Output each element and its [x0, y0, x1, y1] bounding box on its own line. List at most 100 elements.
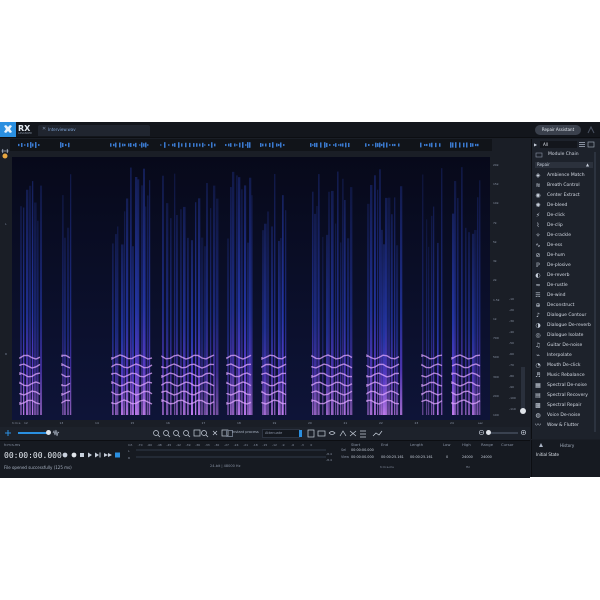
module-item[interactable]: ◉ Center Extract	[534, 191, 592, 201]
freq-tick: 5k	[493, 239, 497, 244]
view-start-field[interactable]: 00:00:00.000	[351, 455, 374, 459]
frequency-zoom-handle[interactable]	[486, 430, 491, 435]
db-tick: -70	[509, 363, 514, 367]
module-label: Voice De-noise	[547, 413, 581, 418]
close-tab-icon[interactable]: ✕	[42, 126, 46, 132]
db-tick: -30	[509, 319, 514, 323]
history-initial-state[interactable]: Initial State	[536, 452, 559, 457]
meter-peak-left: -8.4	[326, 452, 332, 456]
file-tab-label[interactable]: Interview.wav	[48, 127, 76, 132]
module-icon: ♬	[535, 372, 541, 379]
module-item[interactable]: ▩ Spectral Repair	[534, 401, 592, 411]
frequency-zoom-track[interactable]	[488, 432, 518, 434]
sel-header-start: Start	[351, 442, 361, 447]
time-format-select[interactable]: h:m:s.ms	[4, 443, 20, 447]
module-item[interactable]: ♬ Music Rebalance	[534, 371, 592, 381]
cursor-tool-icon[interactable]	[4, 429, 12, 438]
list-view-icon[interactable]	[578, 141, 586, 148]
module-label: De-reverb	[547, 273, 570, 278]
sel-header-range: Range	[481, 442, 494, 447]
meter-tick: -18	[252, 443, 258, 447]
horizontal-zoom-handle[interactable]	[46, 430, 51, 435]
module-label: Center Extract	[547, 193, 580, 198]
meter-tick: -36	[195, 443, 201, 447]
freq-tick: 20k	[493, 163, 499, 167]
module-label: De-bleed	[547, 203, 568, 208]
collapse-category-icon[interactable]: ▲	[586, 162, 589, 167]
grid-view-icon[interactable]	[587, 141, 595, 148]
spectrogram-view[interactable]	[12, 157, 490, 420]
module-item[interactable]: ◎ Dialogue Isolate	[534, 331, 592, 341]
module-item[interactable]: ≈ De-rustle	[534, 281, 592, 291]
module-item[interactable]: ◍ Voice De-noise	[534, 411, 592, 421]
module-icon: ℙ	[535, 262, 541, 269]
module-item[interactable]: ◔ Mouth De-click	[534, 361, 592, 371]
module-item[interactable]: ☴ De-wind	[534, 291, 592, 301]
selection-freq-unit[interactable]: Hz	[466, 465, 470, 469]
sel-header-end: End	[381, 442, 389, 447]
module-item[interactable]: ⚡ De-click	[534, 211, 592, 221]
repair-assistant-button[interactable]: Repair Assistant	[535, 125, 581, 135]
history-arrow-icon[interactable]	[539, 443, 543, 447]
module-chain-icon[interactable]	[535, 152, 543, 159]
freq-tick: 7k	[493, 220, 497, 225]
module-item[interactable]: ⌁ Interpolate	[534, 351, 592, 361]
db-tick: -90	[509, 385, 514, 389]
freq-tick: 3k	[493, 259, 497, 264]
instant-process-mode-select[interactable]: Attenuate	[262, 429, 300, 438]
module-item[interactable]: ✧ De-crackle	[534, 231, 592, 241]
module-label: De-clip	[547, 223, 563, 228]
module-list-scrollbar[interactable]	[594, 152, 596, 432]
module-icon: ⚡	[535, 212, 541, 219]
vertical-zoom-handle[interactable]	[520, 408, 526, 414]
module-item[interactable]: ◈ Ambience Match	[534, 171, 592, 181]
preview-play-icon[interactable]: ▶	[534, 142, 537, 147]
module-label: De-wind	[547, 293, 566, 298]
module-item[interactable]: ▤ Spectral Recovery	[534, 391, 592, 401]
view-end-field[interactable]: 00:00:25.161	[381, 455, 404, 459]
module-item[interactable]: ♪ Dialogue Contour	[534, 311, 592, 321]
module-item[interactable]: ⊘ De-hum	[534, 251, 592, 261]
module-chain-button[interactable]: Module Chain	[548, 152, 579, 157]
module-item[interactable]: ♫ Guitar De-noise	[534, 341, 592, 351]
module-item[interactable]: ▦ Spectral De-noise	[534, 381, 592, 391]
instant-process-label: Instant process	[232, 430, 259, 434]
module-item[interactable]: ∿ De-ess	[534, 241, 592, 251]
selection-time-unit[interactable]: h:m:s.ms	[380, 465, 394, 469]
meter-tick: 0	[310, 443, 313, 447]
vertical-zoom-track[interactable]	[521, 367, 525, 412]
history-tab[interactable]: History	[560, 443, 574, 448]
module-item[interactable]: ✺ De-bleed	[534, 201, 592, 211]
module-item[interactable]: ⊕ Deconstruct	[534, 301, 592, 311]
waveform-overview[interactable]	[10, 139, 492, 151]
view-range-field[interactable]: 24000	[481, 455, 492, 459]
rx-app-window: RX ADVANCED ✕ Interview.wav Repair Assis…	[0, 122, 600, 478]
module-category-header[interactable]: Repair	[535, 162, 593, 168]
selection-tool-group	[298, 429, 388, 438]
view-length-field[interactable]: 00:00:25.161	[410, 455, 433, 459]
status-message: File opened successfully (125 ms)	[4, 465, 72, 470]
meter-tick: -27	[224, 443, 229, 447]
freq-tick: 10k	[493, 201, 499, 206]
module-item[interactable]: ◑ Dialogue De-reverb	[534, 321, 592, 331]
module-item[interactable]: 〰 Wow & Flutter	[534, 421, 592, 431]
time-unit-label: sec	[478, 421, 484, 425]
module-label: Mouth De-click	[547, 363, 581, 368]
freq-tick: 2k	[493, 278, 497, 283]
zoom-in-icon[interactable]	[520, 429, 528, 438]
view-high-field[interactable]: 24000	[462, 455, 473, 459]
module-filter-select[interactable]: All	[540, 141, 577, 148]
module-icon: ≋	[535, 182, 541, 189]
module-item[interactable]: ℙ De-plosive	[534, 261, 592, 271]
meter-tick: -33	[204, 443, 210, 447]
playhead-marker-icon[interactable]	[2, 153, 8, 159]
view-low-field[interactable]: 0	[446, 455, 448, 459]
waveform-toggle-icon[interactable]	[52, 429, 60, 438]
zoom-out-icon[interactable]	[478, 429, 486, 438]
module-item[interactable]: ≋ Breath Control	[534, 181, 592, 191]
module-label: Dialogue Contour	[547, 313, 587, 318]
sel-start-field[interactable]: 00:00:00.000	[351, 448, 374, 452]
module-label: De-ess	[547, 243, 563, 248]
module-item[interactable]: ◐ De-reverb	[534, 271, 592, 281]
module-item[interactable]: ⌇ De-clip	[534, 221, 592, 231]
